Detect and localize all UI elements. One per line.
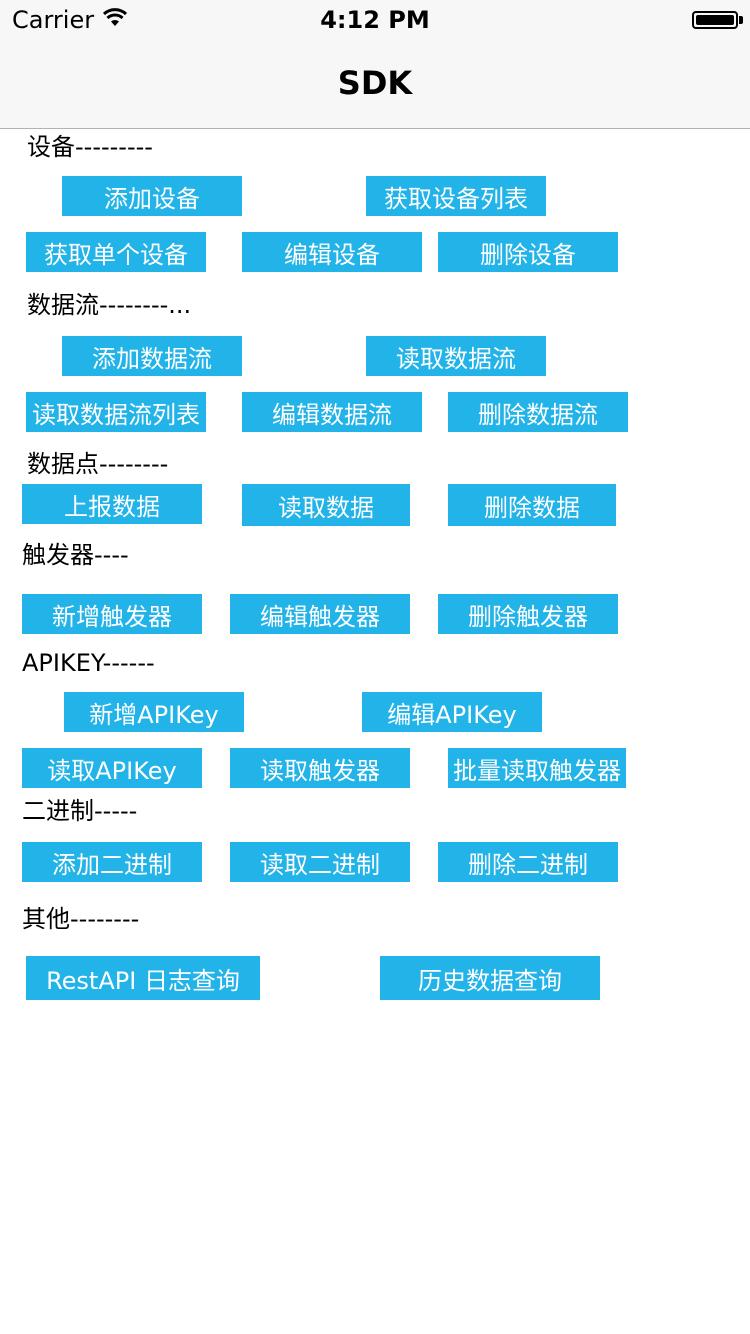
read-trigger-button[interactable]: 读取触发器 — [230, 748, 410, 788]
add-datastream-button[interactable]: 添加数据流 — [62, 336, 242, 376]
batch-read-trigger-button[interactable]: 批量读取触发器 — [448, 748, 626, 788]
add-apikey-button[interactable]: 新增APIKey — [64, 692, 244, 732]
edit-device-button[interactable]: 编辑设备 — [242, 232, 422, 272]
read-data-button[interactable]: 读取数据 — [242, 484, 410, 526]
read-binary-button[interactable]: 读取二进制 — [230, 842, 410, 882]
page-title: SDK — [337, 64, 413, 102]
delete-data-button[interactable]: 删除数据 — [448, 484, 616, 526]
section-label-apikey: APIKEY------ — [22, 649, 155, 677]
restapi-log-query-button[interactable]: RestAPI 日志查询 — [26, 956, 260, 1000]
section-label-datapoint: 数据点-------- — [27, 450, 169, 478]
edit-apikey-button[interactable]: 编辑APIKey — [362, 692, 542, 732]
section-label-other: 其他-------- — [22, 905, 140, 933]
delete-device-button[interactable]: 删除设备 — [438, 232, 618, 272]
add-binary-button[interactable]: 添加二进制 — [22, 842, 202, 882]
get-device-button[interactable]: 获取单个设备 — [26, 232, 206, 272]
add-trigger-button[interactable]: 新增触发器 — [22, 594, 202, 634]
add-device-button[interactable]: 添加设备 — [62, 176, 242, 216]
section-label-trigger: 触发器---- — [22, 541, 129, 569]
section-label-binary: 二进制----- — [22, 797, 138, 825]
battery-tip — [739, 16, 743, 24]
edit-datastream-button[interactable]: 编辑数据流 — [242, 392, 422, 432]
history-data-query-button[interactable]: 历史数据查询 — [380, 956, 600, 1000]
device-list-button[interactable]: 获取设备列表 — [366, 176, 546, 216]
battery-icon — [692, 11, 738, 29]
section-label-device: 设备--------- — [27, 133, 153, 161]
section-label-datastream: 数据流--------... — [27, 291, 192, 319]
delete-binary-button[interactable]: 删除二进制 — [438, 842, 618, 882]
navigation-bar: SDK — [0, 40, 750, 129]
status-time: 4:12 PM — [320, 6, 430, 34]
read-datastream-list-button[interactable]: 读取数据流列表 — [26, 392, 206, 432]
delete-trigger-button[interactable]: 删除触发器 — [438, 594, 618, 634]
report-data-button[interactable]: 上报数据 — [22, 484, 202, 524]
status-bar: Carrier 4:12 PM — [0, 0, 750, 40]
read-apikey-button[interactable]: 读取APIKey — [22, 748, 202, 788]
delete-datastream-button[interactable]: 删除数据流 — [448, 392, 628, 432]
edit-trigger-button[interactable]: 编辑触发器 — [230, 594, 410, 634]
read-datastream-button[interactable]: 读取数据流 — [366, 336, 546, 376]
